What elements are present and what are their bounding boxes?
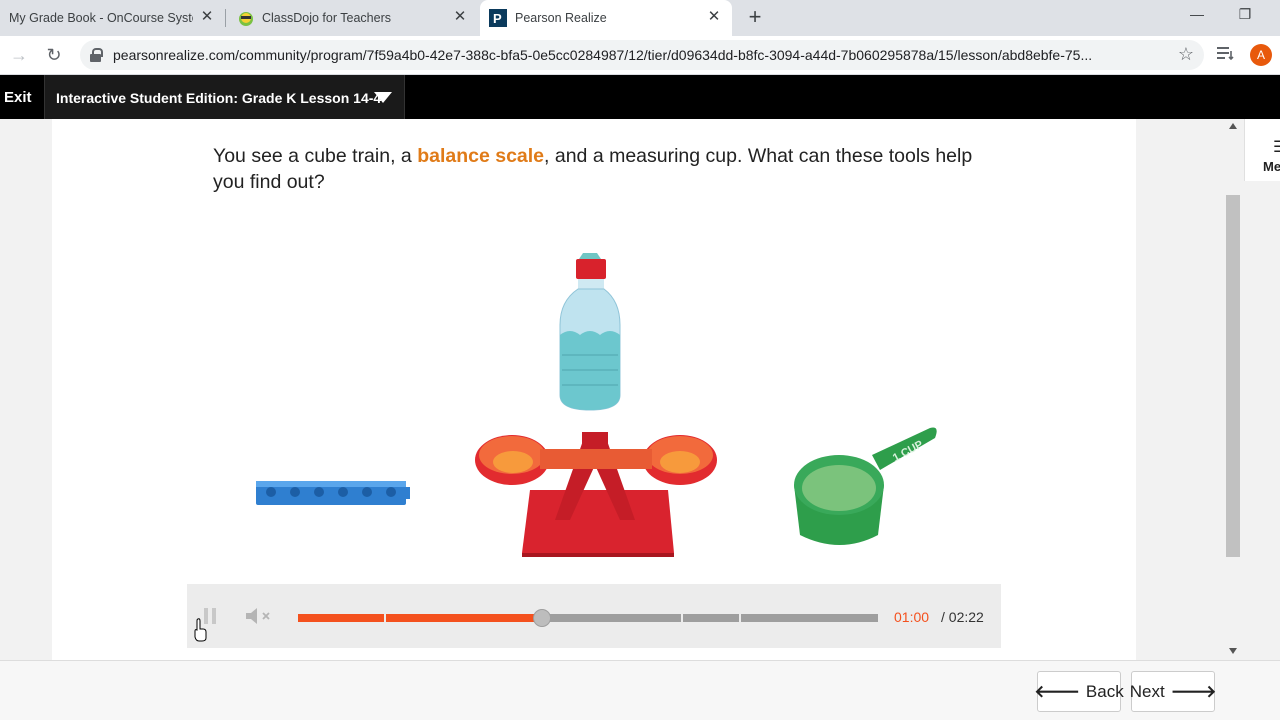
reading-list-icon[interactable] xyxy=(1217,45,1235,61)
arrow-left-icon: 🡐 xyxy=(1034,681,1080,701)
tab-title: ClassDojo for Teachers xyxy=(262,11,391,25)
balance-scale-image xyxy=(475,432,717,557)
address-bar[interactable]: pearsonrealize.com/community/program/7f5… xyxy=(80,40,1204,70)
chapter-marker xyxy=(384,614,386,622)
chapter-marker xyxy=(681,614,683,622)
arrow-right-icon: 🡒 xyxy=(1170,681,1217,701)
restore-icon[interactable]: ❐ xyxy=(1235,4,1255,24)
mute-icon[interactable] xyxy=(244,606,274,626)
next-button[interactable]: Next 🡒 xyxy=(1129,671,1217,712)
tab-grade-book[interactable]: My Grade Book - OnCourse Syste ✕ xyxy=(0,0,225,36)
close-tab-icon[interactable]: ✕ xyxy=(706,9,722,25)
lesson-illustration: 1 CUP xyxy=(256,253,937,557)
reload-icon[interactable]: ↻ xyxy=(43,44,65,66)
menu-button[interactable]: ☰ Me xyxy=(1244,119,1280,181)
browser-tab-strip: My Grade Book - OnCourse Syste ✕ ClassDo… xyxy=(0,0,1280,36)
tab-title: Pearson Realize xyxy=(515,11,607,25)
scrollbar-thumb[interactable] xyxy=(1226,195,1240,557)
classdojo-favicon-icon xyxy=(239,12,253,26)
tab-pearson-realize[interactable]: P Pearson Realize ✕ xyxy=(480,0,732,36)
video-controls: 01:00 / 02:22 xyxy=(187,584,1001,648)
chapter-marker xyxy=(739,614,741,622)
content-scrollbar[interactable] xyxy=(1224,119,1242,660)
hand-cursor-icon xyxy=(194,618,207,642)
lesson-title: Interactive Student Edition: Grade K Les… xyxy=(56,90,382,106)
exit-button[interactable]: Exit xyxy=(4,89,32,106)
water-bottle-image xyxy=(559,253,621,411)
lesson-selector[interactable]: Interactive Student Edition: Grade K Les… xyxy=(45,75,405,119)
pearson-favicon-icon: P xyxy=(489,9,507,27)
profile-avatar[interactable]: A xyxy=(1250,44,1272,66)
progress-fill xyxy=(298,614,542,622)
total-duration: / 02:22 xyxy=(941,609,984,625)
progress-scrubber[interactable] xyxy=(532,609,551,627)
scroll-down-icon[interactable] xyxy=(1229,648,1237,654)
next-label: Next xyxy=(1129,681,1165,701)
tab-title: My Grade Book - OnCourse Syste xyxy=(9,11,193,25)
question-prefix: You see a cube train, a xyxy=(213,145,418,167)
browser-toolbar: → ↻ pearsonrealize.com/community/program… xyxy=(0,36,1280,75)
close-tab-icon[interactable]: ✕ xyxy=(452,9,468,25)
lock-icon xyxy=(90,48,103,62)
app-header: Exit Interactive Student Edition: Grade … xyxy=(0,75,1280,119)
back-button[interactable]: 🡐 Back xyxy=(1034,671,1124,712)
chevron-down-icon xyxy=(374,92,392,103)
tab-classdojo[interactable]: ClassDojo for Teachers ✕ xyxy=(226,0,478,36)
bookmark-star-icon[interactable]: ☆ xyxy=(1178,44,1194,65)
forward-icon[interactable]: → xyxy=(8,44,30,66)
lesson-navigation-bar: 🡐 Back Next 🡒 xyxy=(0,660,1280,720)
cube-train-image xyxy=(256,481,410,505)
minimize-icon[interactable]: — xyxy=(1187,4,1207,24)
svg-text:P: P xyxy=(493,11,502,26)
url-text: pearsonrealize.com/community/program/7f5… xyxy=(113,47,1093,63)
video-progress-bar[interactable] xyxy=(298,609,878,627)
measuring-cup-image: 1 CUP xyxy=(794,427,937,545)
current-time: 01:00 xyxy=(894,609,930,625)
close-tab-icon[interactable]: ✕ xyxy=(199,9,215,25)
scroll-up-icon[interactable] xyxy=(1229,123,1237,129)
menu-icon: ☰ xyxy=(1273,137,1280,157)
question-text: You see a cube train, a balance scale, a… xyxy=(213,143,973,195)
glossary-link-balance-scale[interactable]: balance scale xyxy=(417,145,544,167)
new-tab-icon[interactable]: + xyxy=(744,6,766,28)
menu-label: Me xyxy=(1263,159,1280,174)
back-label: Back xyxy=(1085,681,1124,701)
